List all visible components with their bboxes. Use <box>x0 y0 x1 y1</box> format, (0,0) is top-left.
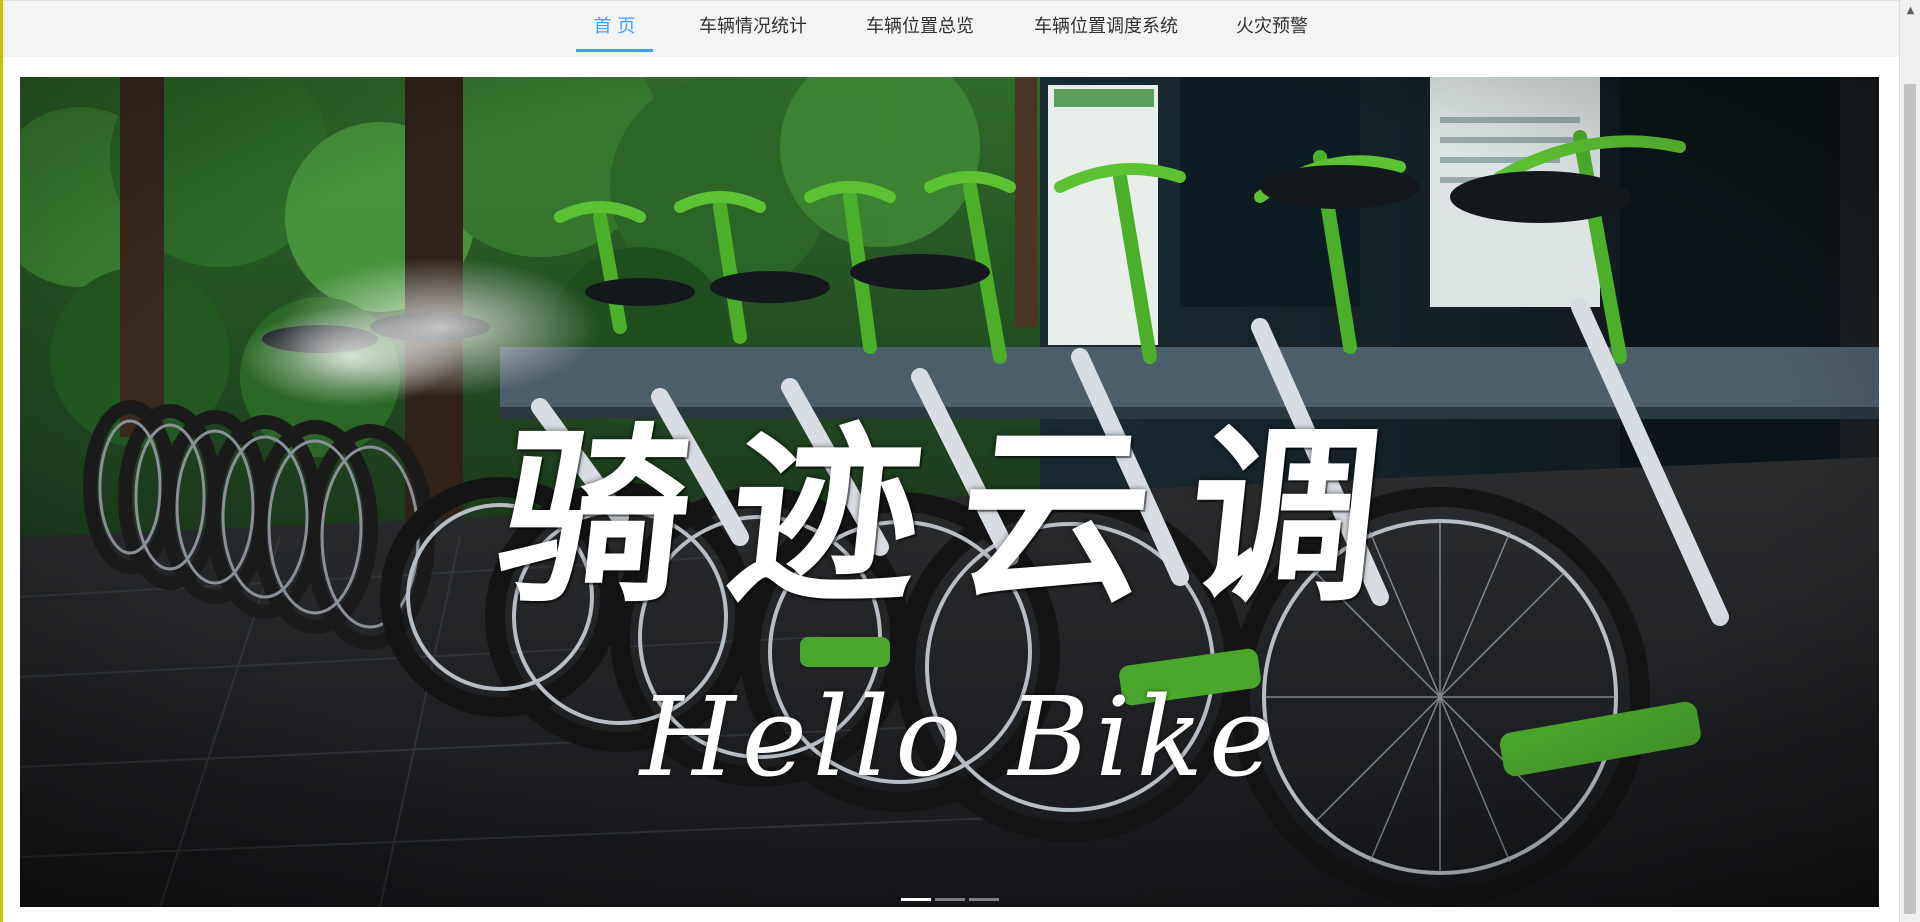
scroll-thumb[interactable] <box>1904 84 1916 914</box>
carousel-indicators <box>20 898 1879 901</box>
nav-item-dispatch-system-label: 车辆位置调度系统 <box>1034 16 1178 37</box>
banner-title-en: Hello Bike <box>639 673 1281 801</box>
nav-item-vehicle-location-overview[interactable]: 车辆位置总览 <box>864 1 976 49</box>
vertical-scrollbar[interactable]: ▲ <box>1899 0 1920 922</box>
nav-item-fire-warning[interactable]: 火灾预警 <box>1234 1 1310 49</box>
nav-item-vehicle-stats[interactable]: 车辆情况统计 <box>697 1 809 49</box>
page: 首 页 车辆情况统计 车辆位置总览 车辆位置调度系统 火灾预警 骑迹云调 Hel… <box>0 0 1920 922</box>
window-left-border <box>0 0 3 922</box>
nav-item-vehicle-stats-label: 车辆情况统计 <box>699 16 807 37</box>
nav-item-home-label: 首 页 <box>593 16 636 37</box>
carousel-indicator-1[interactable] <box>900 898 931 901</box>
nav-active-underline <box>576 49 653 52</box>
scroll-up-arrow-icon[interactable]: ▲ <box>1900 0 1920 21</box>
nav-item-home[interactable]: 首 页 <box>576 1 653 52</box>
carousel-indicator-2[interactable] <box>934 898 965 901</box>
carousel-indicator-3[interactable] <box>968 898 999 901</box>
nav-item-vehicle-location-overview-label: 车辆位置总览 <box>866 16 974 37</box>
banner-title-cn: 骑迹云调 <box>488 405 1432 628</box>
nav-item-fire-warning-label: 火灾预警 <box>1236 16 1308 37</box>
top-navigation: 首 页 车辆情况统计 车辆位置总览 车辆位置调度系统 火灾预警 <box>3 0 1899 57</box>
nav-item-dispatch-system[interactable]: 车辆位置调度系统 <box>1031 1 1181 49</box>
banner-carousel[interactable]: 骑迹云调 Hello Bike <box>20 77 1879 907</box>
